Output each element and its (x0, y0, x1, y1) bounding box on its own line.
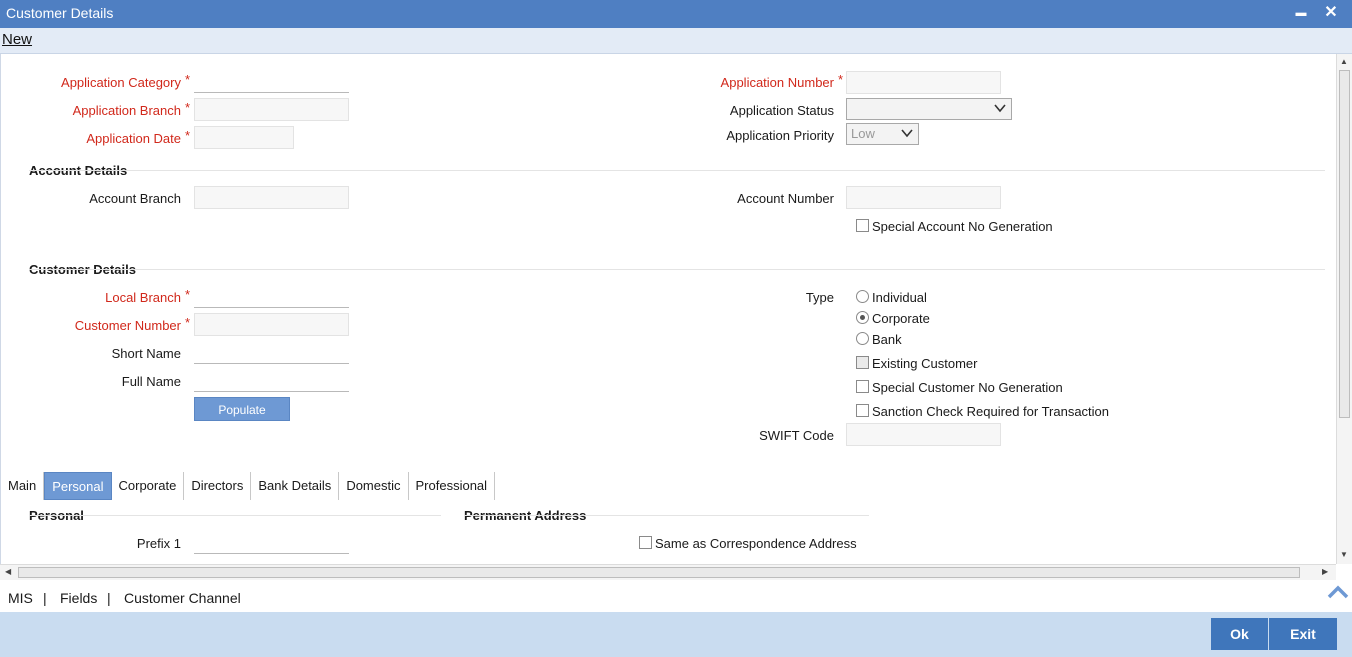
application-category-label: Application Category (61, 75, 181, 90)
short-name-label: Short Name (111, 346, 181, 361)
close-icon[interactable]: ✕ (1320, 2, 1342, 24)
account-branch-label: Account Branch (89, 191, 181, 206)
special-account-no-checkbox[interactable] (856, 219, 869, 232)
customer-number-input[interactable] (194, 313, 349, 336)
application-branch-label: Application Branch (72, 103, 181, 118)
swift-code-input[interactable] (846, 423, 1001, 446)
customer-number-label: Customer Number (74, 318, 181, 333)
existing-customer-label: Existing Customer (872, 356, 978, 371)
tab-directors[interactable]: Directors (184, 472, 252, 500)
footer-links: MIS | Fields | Customer Channel (0, 582, 1352, 612)
scroll-right-icon[interactable]: ▶ (1322, 567, 1328, 576)
footer-separator: | (43, 590, 47, 606)
section-divider (29, 170, 1325, 171)
application-status-label: Application Status (729, 103, 834, 118)
vertical-scrollbar[interactable]: ▲ ▼ (1336, 54, 1352, 564)
type-bank-label: Bank (872, 332, 902, 347)
footer-separator: | (107, 590, 111, 606)
application-priority-label: Application Priority (726, 128, 834, 143)
tab-bank-details[interactable]: Bank Details (251, 472, 340, 500)
section-divider (29, 515, 441, 516)
application-priority-value: Low (851, 126, 875, 141)
local-branch-label: Local Branch (105, 290, 181, 305)
account-branch-input[interactable] (194, 186, 349, 209)
existing-customer-checkbox[interactable] (856, 356, 869, 369)
mis-link[interactable]: MIS (8, 590, 33, 606)
new-link[interactable]: New (2, 31, 32, 48)
horizontal-scrollbar[interactable]: ◀ ▶ (0, 564, 1336, 580)
type-individual-label: Individual (872, 290, 927, 305)
sanction-check-checkbox[interactable] (856, 404, 869, 417)
local-branch-input[interactable] (194, 286, 349, 308)
same-as-correspondence-checkbox[interactable] (639, 536, 652, 549)
tab-corporate[interactable]: Corporate (112, 472, 185, 500)
prefix1-label: Prefix 1 (136, 536, 181, 551)
window-title: Customer Details (6, 5, 114, 21)
scroll-left-icon[interactable]: ◀ (5, 567, 11, 576)
required-mark: * (185, 100, 191, 115)
required-mark: * (838, 72, 844, 87)
type-individual-radio[interactable] (856, 290, 869, 303)
sanction-check-label: Sanction Check Required for Transaction (872, 404, 1110, 419)
same-as-correspondence-label: Same as Correspondence Address (655, 536, 857, 551)
exit-button[interactable]: Exit (1269, 618, 1337, 650)
full-name-input[interactable] (194, 370, 349, 392)
menu-bar: New (0, 28, 1352, 54)
account-number-input[interactable] (846, 186, 1001, 209)
ok-button[interactable]: Ok (1211, 618, 1268, 650)
short-name-input[interactable] (194, 342, 349, 364)
type-bank-radio[interactable] (856, 332, 869, 345)
tab-professional[interactable]: Professional (409, 472, 496, 500)
type-label: Type (805, 290, 834, 305)
special-customer-no-label: Special Customer No Generation (872, 380, 1063, 395)
form-content: Application Category * Application Branc… (0, 54, 1336, 564)
scroll-up-icon[interactable]: ▲ (1340, 57, 1348, 66)
application-branch-input[interactable] (194, 98, 349, 121)
required-mark: * (185, 287, 191, 302)
footer-button-bar: Ok Exit (0, 612, 1352, 657)
prefix1-input[interactable] (194, 532, 349, 554)
vertical-scroll-thumb[interactable] (1339, 70, 1350, 418)
account-number-label: Account Number (737, 191, 834, 206)
swift-code-label: SWIFT Code (759, 428, 834, 443)
horizontal-scroll-thumb[interactable] (18, 567, 1300, 578)
tab-domestic[interactable]: Domestic (339, 472, 409, 500)
chevron-up-icon[interactable] (1326, 584, 1350, 600)
application-number-input[interactable] (846, 71, 1001, 94)
application-number-label: Application Number (720, 75, 834, 90)
required-mark: * (185, 72, 191, 87)
tab-strip: Main Personal Corporate Directors Bank D… (1, 472, 496, 500)
full-name-label: Full Name (121, 374, 181, 389)
minimize-icon[interactable]: ▬ (1290, 2, 1312, 24)
application-priority-select[interactable]: Low (846, 123, 919, 145)
required-mark: * (185, 128, 191, 143)
application-status-select[interactable] (846, 98, 1012, 120)
section-divider (464, 515, 869, 516)
application-category-input[interactable] (194, 71, 349, 93)
type-corporate-label: Corporate (872, 311, 930, 326)
populate-button[interactable]: Populate (194, 397, 290, 421)
chevron-down-icon (994, 104, 1006, 113)
chevron-down-icon (901, 129, 913, 138)
scroll-down-icon[interactable]: ▼ (1340, 550, 1348, 559)
type-corporate-radio[interactable] (856, 311, 869, 324)
tab-personal[interactable]: Personal (44, 472, 112, 500)
required-mark: * (185, 315, 191, 330)
special-account-no-label: Special Account No Generation (872, 219, 1053, 234)
fields-link[interactable]: Fields (60, 590, 97, 606)
section-divider (29, 269, 1325, 270)
application-date-label: Application Date (86, 131, 181, 146)
special-customer-no-checkbox[interactable] (856, 380, 869, 393)
title-bar: Customer Details ▬ ✕ (0, 0, 1352, 28)
customer-channel-link[interactable]: Customer Channel (124, 590, 241, 606)
tab-main[interactable]: Main (1, 472, 45, 500)
application-date-input[interactable] (194, 126, 294, 149)
